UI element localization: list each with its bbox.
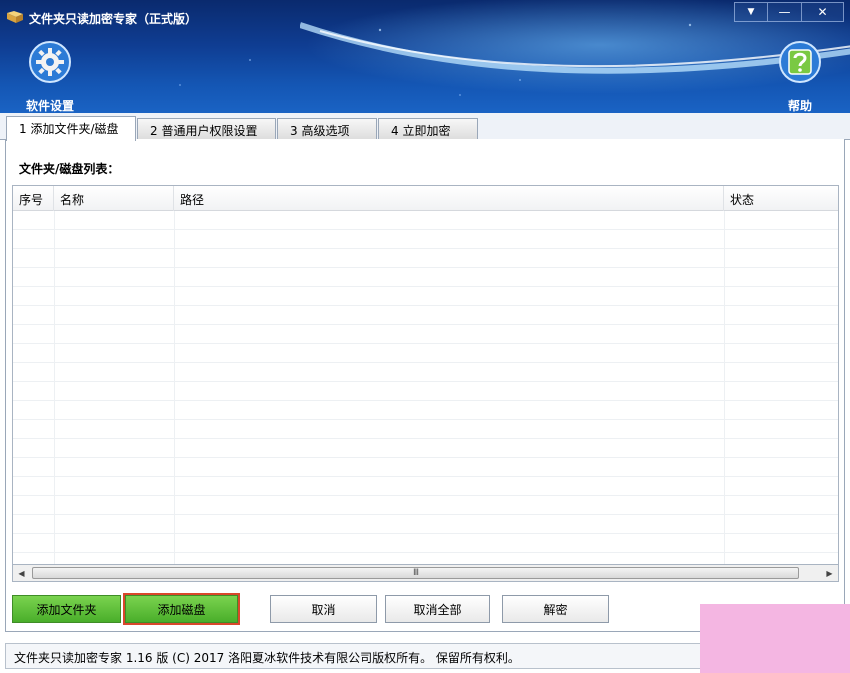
column-header-index[interactable]: 序号 [13, 186, 54, 211]
dropdown-icon: ▼ [747, 7, 755, 17]
tab-strip: 1 添加文件夹/磁盘 2 普通用户权限设置 3 高级选项 4 立即加密 [0, 113, 850, 141]
help-button[interactable]: 帮助 [770, 40, 830, 113]
column-divider [724, 211, 725, 564]
minimize-button[interactable]: — [768, 2, 802, 22]
settings-label: 软件设置 [25, 99, 74, 113]
cancel-all-button[interactable]: 取消全部 [385, 595, 490, 623]
close-button[interactable]: ✕ [802, 2, 844, 22]
help-label: 帮助 [787, 99, 812, 113]
add-folder-button[interactable]: 添加文件夹 [12, 595, 121, 623]
scrollbar-thumb[interactable]: III [32, 567, 799, 579]
menu-dropdown-button[interactable]: ▼ [734, 2, 768, 22]
table-header: 序号 名称 路径 状态 [13, 186, 838, 211]
minimize-icon: — [778, 5, 791, 19]
cancel-button[interactable]: 取消 [270, 595, 377, 623]
app-logo-icon [7, 11, 23, 23]
column-header-name[interactable]: 名称 [54, 186, 174, 211]
scrollbar-grip: III [413, 568, 419, 578]
tab-encrypt-now[interactable]: 4 立即加密 [378, 118, 478, 140]
column-header-path[interactable]: 路径 [174, 186, 724, 211]
window-title: 文件夹只读加密专家（正式版） [29, 12, 198, 26]
column-divider [174, 211, 175, 564]
table-body [13, 211, 838, 564]
folder-disk-table[interactable]: 序号 名称 路径 状态 [12, 185, 839, 565]
gear-icon [29, 41, 71, 83]
horizontal-scrollbar[interactable]: ◀ III ▶ [12, 565, 839, 582]
copyright-text: 文件夹只读加密专家 1.16 版 (C) 2017 洛阳夏冰软件技术有限公司版权… [14, 651, 520, 665]
overlay-block [700, 604, 850, 673]
close-icon: ✕ [817, 5, 828, 19]
help-icon [779, 41, 821, 83]
column-divider [54, 211, 55, 564]
decrypt-button[interactable]: 解密 [502, 595, 609, 623]
scroll-right-icon[interactable]: ▶ [821, 565, 838, 581]
scroll-left-icon[interactable]: ◀ [13, 565, 30, 581]
settings-button[interactable]: 软件设置 [20, 40, 80, 113]
add-disk-button[interactable]: 添加磁盘 [123, 593, 240, 625]
list-label: 文件夹/磁盘列表： [19, 162, 120, 176]
tab-advanced-options[interactable]: 3 高级选项 [277, 118, 377, 140]
app-header: 文件夹只读加密专家（正式版） ▼ — ✕ 软件设置 帮助 [0, 0, 850, 113]
tab-add-folder-disk[interactable]: 1 添加文件夹/磁盘 [6, 116, 136, 141]
window-controls: ▼ — ✕ [734, 2, 844, 22]
column-header-status[interactable]: 状态 [724, 186, 838, 211]
tab-user-permissions[interactable]: 2 普通用户权限设置 [137, 118, 276, 140]
header-swoosh [300, 22, 850, 74]
